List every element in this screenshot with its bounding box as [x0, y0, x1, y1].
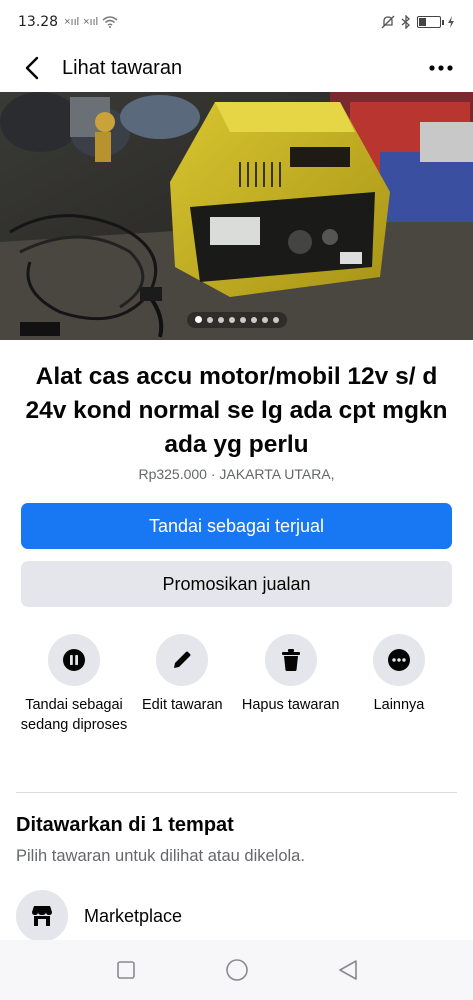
listing-photo[interactable]: [0, 92, 473, 340]
offered-section-subtitle: Pilih tawaran untuk dilihat atau dikelol…: [16, 847, 305, 865]
home-button[interactable]: [217, 950, 257, 990]
pagination-dot: [261, 316, 268, 323]
edit-listing-action[interactable]: Edit tawaran: [128, 634, 236, 735]
pagination-dot: [239, 316, 246, 323]
trash-icon: [281, 649, 300, 671]
offered-section-title: Ditawarkan di 1 tempat: [16, 814, 234, 836]
listing-title: Alat cas accu motor/mobil 12v s/ d 24v k…: [25, 363, 448, 458]
pagination-dot: [194, 316, 202, 323]
delete-listing-button[interactable]: [264, 634, 317, 686]
more-actions-button[interactable]: [372, 634, 425, 686]
back-button[interactable]: [14, 50, 50, 86]
pencil-icon: [174, 651, 191, 668]
edit-listing-button[interactable]: [156, 634, 209, 686]
delete-listing-action[interactable]: Hapus tawaran: [237, 634, 345, 735]
marketplace-label: Marketplace: [84, 905, 183, 926]
marketplace-icon-circle: [16, 890, 68, 942]
bluetooth-icon: [401, 15, 410, 29]
system-back-button[interactable]: [328, 950, 368, 990]
edit-listing-label: Edit tawaran: [142, 697, 223, 713]
pagination-dot: [206, 316, 213, 323]
charging-icon: [448, 16, 454, 28]
pagination-dot: [228, 316, 235, 323]
delete-listing-label: Hapus tawaran: [241, 697, 340, 713]
more-dots-icon: [387, 649, 410, 671]
mark-pending-label: Tandai sebagai sedang diproses: [20, 697, 128, 733]
back-arrow-icon: [25, 56, 39, 80]
page-title: Lihat tawaran: [62, 56, 183, 79]
signal-icon-2: ×ııl: [83, 16, 99, 28]
signal-icons: ×ııl ×ııl: [64, 16, 118, 28]
wifi-icon: [102, 16, 118, 28]
system-nav-bar: [0, 940, 473, 1000]
photo-pagination: [186, 311, 287, 328]
listing-photo-image: [0, 92, 473, 340]
pagination-dot: [272, 316, 279, 323]
pagination-dot: [250, 316, 257, 323]
recents-button[interactable]: [106, 950, 146, 990]
mark-pending-action[interactable]: Tandai sebagai sedang diproses: [20, 634, 128, 735]
listing-actions: Tandai sebagai sedang diproses Edit tawa…: [20, 634, 453, 735]
more-actions-action[interactable]: Lainnya: [345, 634, 453, 735]
pagination-dot: [217, 316, 224, 323]
mark-sold-button[interactable]: Tandai sebagai terjual: [21, 503, 452, 549]
listing-price-location: Rp325.000 · JAKARTA UTARA,: [138, 466, 335, 482]
status-time: 13.28: [18, 14, 59, 30]
promote-listing-button[interactable]: Promosikan jualan: [21, 561, 452, 607]
silent-icon: [381, 15, 395, 29]
signal-icon-1: ×ııl: [64, 16, 80, 28]
status-right: [381, 15, 455, 29]
shop-icon: [32, 906, 52, 926]
more-actions-label: Lainnya: [373, 697, 425, 713]
section-divider: [16, 792, 457, 793]
more-dots-icon: [429, 65, 453, 71]
triangle-back-icon: [338, 960, 357, 980]
pause-icon: [63, 649, 85, 671]
app-header: Lihat tawaran: [0, 44, 473, 92]
status-left: 13.28 ×ııl ×ııl: [18, 14, 118, 30]
circle-icon: [225, 959, 248, 981]
battery-icon: [417, 16, 444, 28]
marketplace-item[interactable]: Marketplace: [16, 890, 457, 942]
more-options-button[interactable]: [423, 50, 459, 86]
status-bar: 13.28 ×ııl ×ııl: [0, 0, 473, 44]
mark-pending-button[interactable]: [48, 634, 100, 686]
square-icon: [116, 961, 135, 979]
